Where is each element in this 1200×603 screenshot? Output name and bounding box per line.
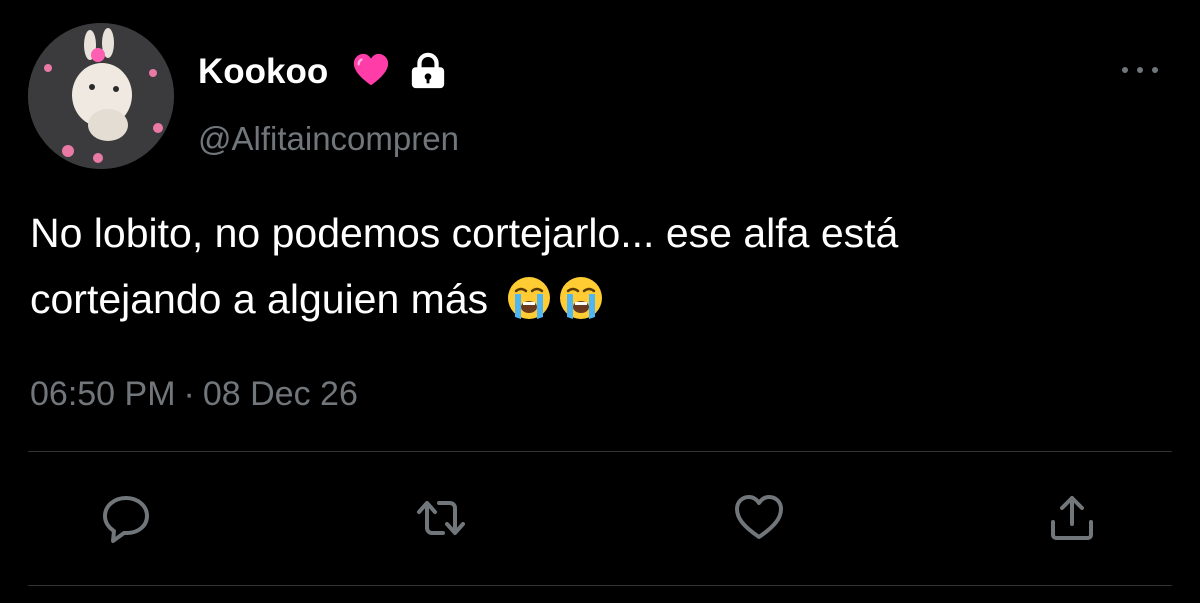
bunny-avatar-image (28, 23, 174, 169)
loudly-crying-face-icon (507, 277, 550, 319)
tweet-timestamp[interactable]: 06:50 PM · 08 Dec 26 (30, 372, 358, 416)
share-button[interactable] (1044, 490, 1100, 546)
loudly-crying-face-icon (559, 277, 602, 319)
more-dot-icon (1137, 67, 1143, 73)
tweet-text: No lobito, no podemos cortejarlo... ese … (30, 200, 1170, 332)
user-handle[interactable]: @Alfitaincompren (198, 117, 459, 161)
timestamp-separator: · (183, 375, 195, 413)
lock-icon (411, 52, 445, 89)
retweet-button[interactable] (413, 490, 469, 546)
like-button[interactable] (731, 490, 787, 546)
divider (28, 451, 1172, 452)
more-dot-icon (1122, 67, 1128, 73)
tweet-time: 06:50 PM (30, 375, 176, 413)
retweet-icon (417, 501, 465, 535)
tweet-text-line-with-emoji: cortejando a alguien más (30, 266, 1170, 332)
pink-heart-icon (353, 53, 389, 86)
tweet-text-line: cortejando a alguien más (30, 276, 489, 322)
reply-button[interactable] (98, 490, 154, 546)
more-options-button[interactable] (1118, 58, 1162, 82)
user-badges (352, 52, 446, 90)
share-icon (1051, 496, 1093, 540)
divider (28, 585, 1172, 586)
like-icon (735, 495, 783, 539)
reply-icon (103, 496, 149, 543)
more-dot-icon (1152, 67, 1158, 73)
tweet-date: 08 Dec 26 (202, 375, 358, 413)
display-name[interactable]: Kookoo (198, 47, 328, 97)
tweet-text-line: No lobito, no podemos cortejarlo... ese … (30, 210, 899, 256)
avatar[interactable] (28, 23, 174, 169)
